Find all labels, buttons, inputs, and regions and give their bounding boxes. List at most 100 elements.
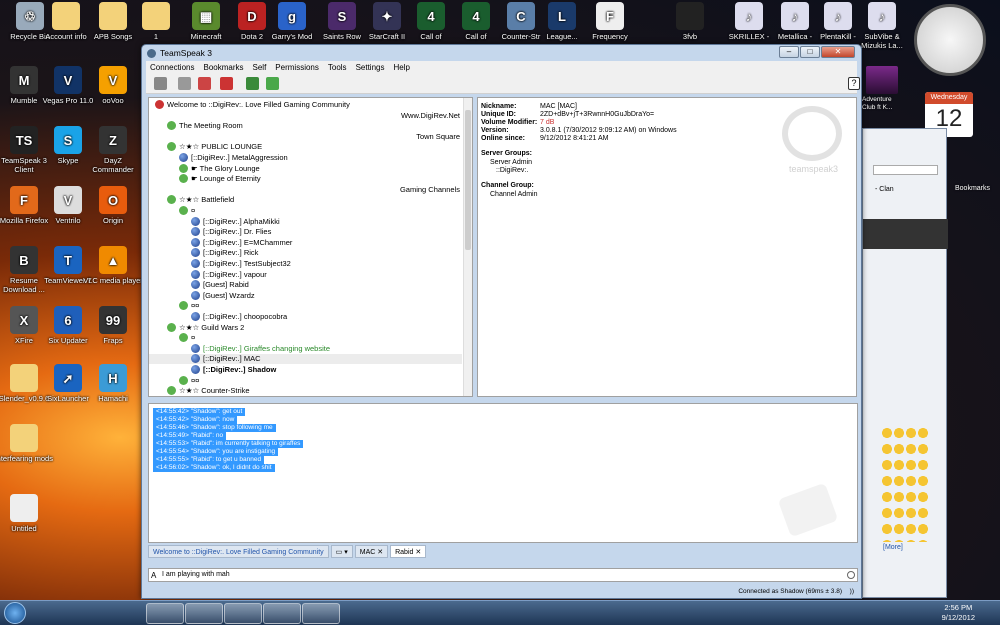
- format-icon[interactable]: A: [151, 570, 156, 582]
- channel-row[interactable]: ¤¤: [149, 375, 462, 386]
- desktop-icon[interactable]: VooVoo: [83, 66, 143, 105]
- tree-scrollbar[interactable]: [463, 98, 472, 396]
- bookmark-icon[interactable]: [178, 77, 191, 90]
- client-status-icon: [191, 227, 200, 237]
- desktop-icon[interactable]: Untitled: [0, 494, 54, 533]
- bookmarks-link[interactable]: Bookmarks: [955, 185, 990, 192]
- desktop-icon[interactable]: O Origin: [83, 186, 143, 225]
- menu-help[interactable]: Help: [393, 61, 409, 74]
- client-row[interactable]: [::DigiRev:.] vapour: [149, 269, 462, 280]
- client-row[interactable]: [::DigiRev:.] E=MChammer: [149, 237, 462, 248]
- client-row[interactable]: [::DigiRev:.] Shadow: [149, 365, 462, 375]
- taskbar-teamspeak-icon[interactable]: [302, 603, 340, 624]
- channel-row[interactable]: ☆★☆ Battlefield: [149, 195, 462, 205]
- channel-tree[interactable]: Welcome to ::DigiRev:. Love Filled Gamin…: [148, 97, 473, 397]
- channel-row[interactable]: ☛ Lounge of Eternity: [149, 174, 462, 184]
- taskbar-winamp-icon[interactable]: [263, 603, 301, 624]
- desktop-app-icon: [142, 2, 170, 30]
- menu-bookmarks[interactable]: Bookmarks: [203, 61, 243, 74]
- client-row[interactable]: [::DigiRev:.] Giraffes changing website: [149, 343, 462, 354]
- channel-row[interactable]: ☆★☆ Counter-Strike: [149, 386, 462, 396]
- contacts-icon[interactable]: [266, 77, 279, 90]
- channel-row[interactable]: ☆★☆ Guild Wars 2: [149, 322, 462, 333]
- desktop-icon[interactable]: interfearing mods: [0, 424, 54, 463]
- connection-status: Connected as Shadow (69ms ± 3.8): [738, 588, 842, 595]
- menu-self[interactable]: Self: [253, 61, 267, 74]
- taskbar-steam-icon[interactable]: [185, 603, 223, 624]
- uid-value: 2ZD+dBv+jT+3RwnnH0GuJbDraYo=: [540, 111, 655, 118]
- client-row[interactable]: [::DigiRev:.] TestSubject32: [149, 259, 462, 269]
- server-row[interactable]: Welcome to ::DigiRev:. Love Filled Gamin…: [149, 100, 462, 110]
- emoticon-grid[interactable]: [881, 427, 929, 542]
- channel-row[interactable]: ☆★☆ PUBLIC LOUNGE: [149, 142, 462, 152]
- row-right-label: Town Square: [416, 131, 460, 141]
- client-row[interactable]: [::DigiRev:.] Rick: [149, 248, 462, 258]
- client-row[interactable]: [Guest] Rabid: [149, 280, 462, 290]
- desktop-app-icon: S: [54, 126, 82, 154]
- start-button[interactable]: [4, 602, 26, 624]
- desktop-icon-label: ooVoo: [102, 96, 124, 105]
- desktop-icon[interactable]: 99 Fraps: [83, 306, 143, 345]
- row-label: [::DigiRev:.] AlphaMikki: [203, 216, 280, 226]
- desktop-icon[interactable]: ♪ SubVibe & Mizukis La...: [852, 2, 912, 50]
- help-icon[interactable]: ?: [848, 77, 860, 90]
- mute-speakers-icon[interactable]: [220, 77, 233, 90]
- clock-time: 2:56 PM: [944, 603, 973, 612]
- desktop-icon[interactable]: H Hamachi: [83, 364, 143, 403]
- menu-settings[interactable]: Settings: [356, 61, 385, 74]
- uid-label: Unique ID:: [481, 111, 516, 118]
- server-tab-icon[interactable]: [246, 77, 259, 90]
- chat-log[interactable]: <14:55:42> "Shadow": get out <14:55:42> "…: [148, 403, 858, 543]
- client-row[interactable]: [::DigiRev:.] MAC: [149, 354, 462, 365]
- minimize-button[interactable]: –: [779, 46, 799, 58]
- nickname-label: Nickname:: [481, 103, 517, 110]
- channel-icon: [167, 142, 176, 152]
- channel-row[interactable]: ¤¤: [149, 301, 462, 311]
- emoticons-more-link[interactable]: [More]: [883, 544, 903, 551]
- tab-close-icon[interactable]: ✕: [413, 549, 421, 556]
- tab-private-chat[interactable]: Rabid ✕: [390, 545, 427, 558]
- emoticon-icon[interactable]: [847, 571, 855, 579]
- maximize-button[interactable]: □: [800, 46, 820, 58]
- title-bar[interactable]: TeamSpeak 3 – □ ✕: [142, 45, 861, 61]
- menu-tools[interactable]: Tools: [328, 61, 347, 74]
- adventure-club-icon[interactable]: [866, 66, 898, 94]
- client-row[interactable]: [::DigiRev:.] Dr. Flies: [149, 227, 462, 237]
- channel-row[interactable]: ¤: [149, 206, 462, 216]
- tab-server[interactable]: Welcome to ::DigiRev:. Love Filled Gamin…: [148, 545, 329, 558]
- browser-tab-clan[interactable]: - Clan: [875, 186, 894, 193]
- menu-permissions[interactable]: Permissions: [275, 61, 319, 74]
- client-row[interactable]: [::DigiRev:.] MetalAggression: [149, 153, 462, 163]
- menu-bar: Connections Bookmarks Self Permissions Tools…: [146, 61, 857, 74]
- client-row[interactable]: [Guest] Wzardz: [149, 290, 462, 301]
- channel-row[interactable]: The Meeting Room: [149, 121, 462, 131]
- tree-scroll-thumb[interactable]: [465, 110, 471, 250]
- away-icon[interactable]: [198, 77, 211, 90]
- connect-icon[interactable]: [154, 77, 167, 90]
- teamspeak-window[interactable]: TeamSpeak 3 – □ ✕ Connections Bookmarks Se…: [141, 44, 862, 599]
- chat-input[interactable]: A I am playing with mah: [148, 568, 858, 582]
- taskbar-explorer-icon[interactable]: [78, 603, 116, 624]
- row-right-label: Www.DigiRev.Net: [400, 110, 460, 120]
- channel-row[interactable]: ¤: [149, 333, 462, 343]
- chat-input-text: I am playing with mah: [162, 571, 230, 578]
- desktop-icon[interactable]: 3fvb: [660, 2, 720, 41]
- taskbar-fraps-icon[interactable]: [224, 603, 262, 624]
- tab-private-chat[interactable]: MAC ✕: [354, 545, 389, 558]
- tab-channel[interactable]: ▭ ▾: [330, 545, 353, 558]
- close-button[interactable]: ✕: [821, 46, 855, 58]
- desktop-icon[interactable]: F Frequency: [580, 2, 640, 41]
- taskbar-firefox-icon[interactable]: [146, 603, 184, 624]
- browser-address-bar[interactable]: [873, 165, 938, 175]
- browser-window-partial[interactable]: - Clan [More]: [862, 128, 948, 598]
- channel-row[interactable]: ☛ The Glory Lounge: [149, 163, 462, 174]
- chat-message: <14:55:42> "Shadow": get out: [153, 408, 246, 416]
- system-clock[interactable]: 2:56 PM 9/12/2012: [942, 603, 975, 623]
- tab-close-icon[interactable]: ✕: [375, 549, 383, 556]
- taskbar-media-player-icon[interactable]: [40, 603, 78, 624]
- client-row[interactable]: [::DigiRev:.] AlphaMikki: [149, 216, 462, 227]
- desktop-icon[interactable]: ▲ VLC media player: [83, 246, 143, 285]
- desktop-icon[interactable]: Z DayZ Commander: [83, 126, 143, 174]
- menu-connections[interactable]: Connections: [150, 61, 194, 74]
- client-row[interactable]: [::DigiRev:.] choopocobra: [149, 312, 462, 322]
